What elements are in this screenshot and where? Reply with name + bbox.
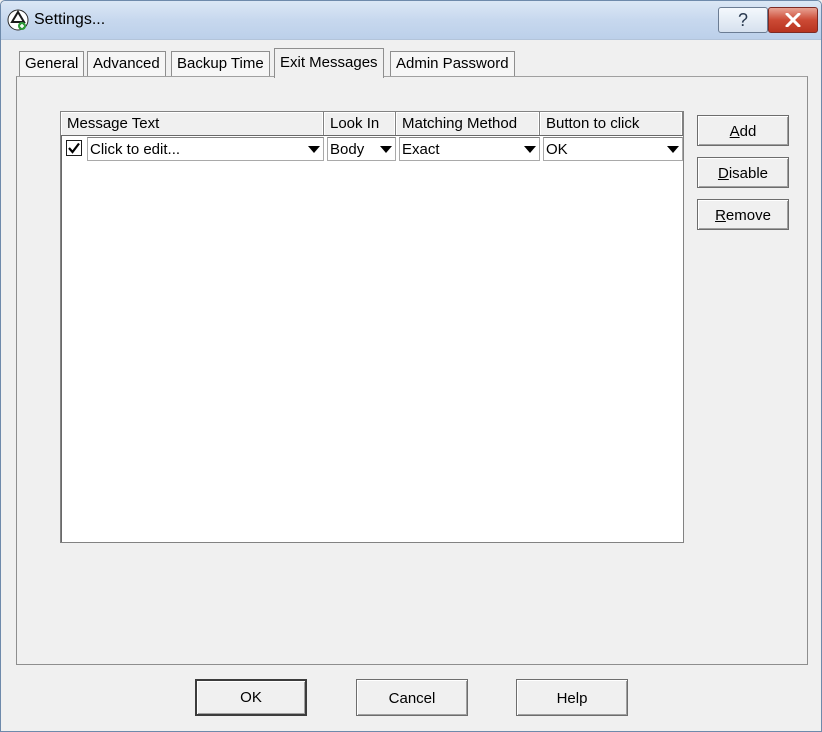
tab-exit-messages[interactable]: Exit Messages <box>274 48 384 78</box>
matching-method-value: Exact <box>402 141 440 158</box>
row-enabled-checkbox[interactable] <box>66 140 82 156</box>
tab-general[interactable]: General <box>19 51 85 76</box>
window-title: Settings... <box>34 11 106 28</box>
add-accel: A <box>729 123 740 140</box>
disable-label: isable <box>728 165 769 182</box>
chevron-down-icon[interactable] <box>523 142 537 156</box>
disable-accel: D <box>717 165 729 182</box>
app-recycle-icon <box>7 9 29 31</box>
message-text-combo[interactable]: Click to edit... <box>87 137 324 161</box>
look-in-combo[interactable]: Body <box>327 137 396 161</box>
disable-button[interactable]: Disable <box>697 157 789 188</box>
grid-row: Click to edit... Body Exact OK <box>61 136 683 162</box>
help-titlebar-button[interactable]: ? <box>718 7 768 33</box>
tab-backup-time[interactable]: Backup Time <box>171 51 270 76</box>
check-icon <box>68 142 80 154</box>
message-text-value: Click to edit... <box>90 141 181 158</box>
column-header-message-text[interactable]: Message Text <box>61 112 324 135</box>
settings-dialog: Settings... ? General Advanced Backup Ti… <box>0 0 822 732</box>
column-header-button-to-click[interactable]: Button to click <box>540 112 683 135</box>
grid-header: Message Text Look In Matching Method But… <box>61 112 683 136</box>
ok-button[interactable]: OK <box>195 679 307 716</box>
button-to-click-value: OK <box>546 141 568 158</box>
button-to-click-combo[interactable]: OK <box>543 137 683 161</box>
add-button[interactable]: Add <box>697 115 789 146</box>
look-in-value: Body <box>330 141 365 158</box>
close-button[interactable] <box>768 7 818 33</box>
remove-accel: R <box>715 207 726 224</box>
close-icon <box>785 12 801 28</box>
chevron-down-icon[interactable] <box>307 142 321 156</box>
remove-button[interactable]: Remove <box>697 199 789 230</box>
matching-method-combo[interactable]: Exact <box>399 137 540 161</box>
cancel-button[interactable]: Cancel <box>356 679 468 716</box>
tab-advanced[interactable]: Advanced <box>87 51 166 76</box>
chevron-down-icon[interactable] <box>379 142 393 156</box>
chevron-down-icon[interactable] <box>666 142 680 156</box>
tab-admin-password[interactable]: Admin Password <box>390 51 515 76</box>
remove-label: emove <box>725 207 771 224</box>
add-label: dd <box>739 123 757 140</box>
help-button[interactable]: Help <box>516 679 628 716</box>
column-header-matching-method[interactable]: Matching Method <box>396 112 540 135</box>
column-header-look-in[interactable]: Look In <box>324 112 396 135</box>
title-bar[interactable]: Settings... ? <box>1 1 821 40</box>
exit-messages-grid[interactable]: Message Text Look In Matching Method But… <box>60 111 684 543</box>
